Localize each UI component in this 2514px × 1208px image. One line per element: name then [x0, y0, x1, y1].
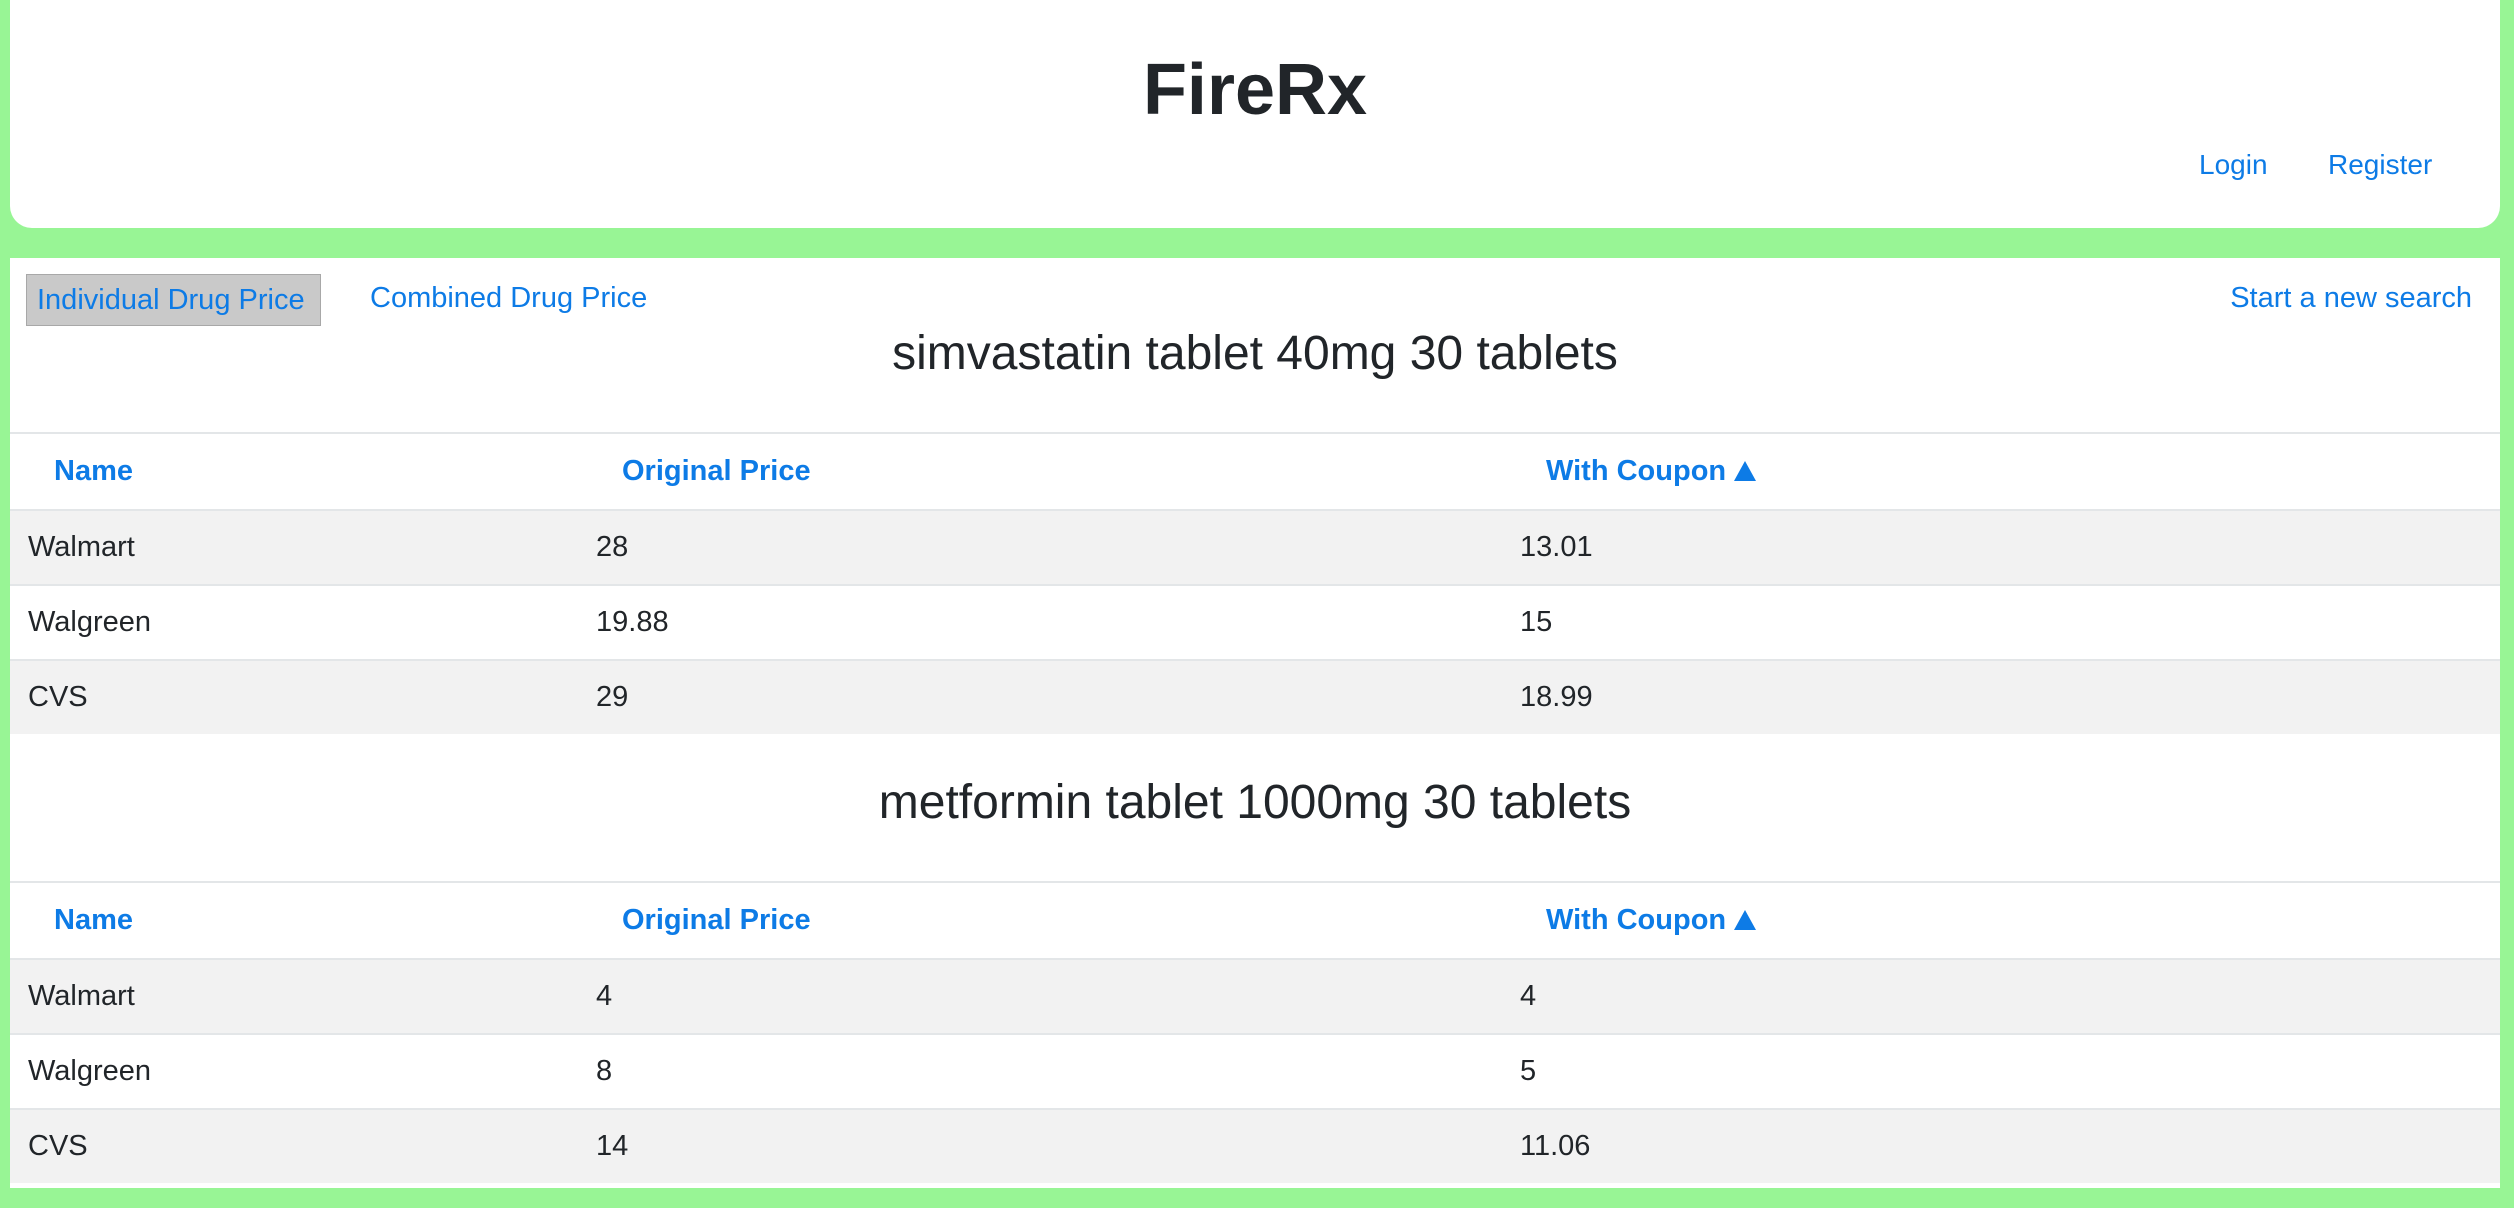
- coupon-price: 4: [1520, 980, 1537, 1012]
- coupon-price: 15: [1520, 606, 1553, 638]
- drug-title: metformin tablet 1000mg 30 tablets: [878, 776, 1632, 829]
- pharmacy-name: CVS: [28, 681, 88, 713]
- pharmacy-name: Walgreen: [28, 1055, 152, 1087]
- original-price: 19.88: [596, 606, 669, 638]
- original-price: 14: [596, 1130, 629, 1162]
- original-price: 4: [596, 980, 613, 1012]
- pharmacy-name: Walgreen: [28, 606, 152, 638]
- original-price: 8: [596, 1055, 613, 1087]
- results-panel: Individual Drug Price Combined Drug Pric…: [10, 258, 2500, 1188]
- pharmacy-name: Walmart: [28, 980, 135, 1012]
- table-row: Walgreen 19.88 15: [10, 584, 2500, 659]
- original-price: 29: [596, 681, 629, 713]
- table-header-row: Name Original Price With Coupon: [10, 881, 2500, 958]
- column-header-name[interactable]: Name: [54, 434, 133, 509]
- coupon-price: 13.01: [1520, 531, 1593, 563]
- column-header-name[interactable]: Name: [54, 883, 133, 958]
- login-link[interactable]: Login: [2199, 148, 2268, 182]
- app-title: FireRx: [1142, 50, 1368, 130]
- drug-title: simvastatin tablet 40mg 30 tablets: [892, 327, 1618, 380]
- column-header-with-coupon[interactable]: With Coupon: [1546, 434, 1757, 509]
- column-header-with-coupon[interactable]: With Coupon: [1546, 883, 1757, 958]
- header-card: FireRx Login Register: [10, 0, 2500, 228]
- column-header-original-price[interactable]: Original Price: [622, 883, 811, 958]
- table-row: Walmart 28 13.01: [10, 509, 2500, 584]
- column-header-original-price[interactable]: Original Price: [622, 434, 811, 509]
- pharmacy-name: Walmart: [28, 531, 135, 563]
- original-price: 28: [596, 531, 629, 563]
- table-row: CVS 14 11.06: [10, 1108, 2500, 1183]
- coupon-price: 18.99: [1520, 681, 1593, 713]
- coupon-price: 5: [1520, 1055, 1537, 1087]
- table-row: Walmart 4 4: [10, 958, 2500, 1033]
- price-table: Name Original Price With Coupon Walmart …: [10, 881, 2500, 1183]
- table-row: Walgreen 8 5: [10, 1033, 2500, 1108]
- table-header-row: Name Original Price With Coupon: [10, 432, 2500, 509]
- tab-combined-drug-price[interactable]: Combined Drug Price: [370, 274, 647, 322]
- register-link[interactable]: Register: [2328, 148, 2432, 182]
- price-table: Name Original Price With Coupon Walmart …: [10, 432, 2500, 734]
- sort-ascending-icon: [1734, 909, 1757, 930]
- start-new-search-link[interactable]: Start a new search: [2230, 274, 2472, 322]
- coupon-price: 11.06: [1520, 1130, 1591, 1162]
- sort-ascending-icon: [1734, 460, 1757, 481]
- tab-individual-drug-price[interactable]: Individual Drug Price: [26, 274, 321, 326]
- pharmacy-name: CVS: [28, 1130, 88, 1162]
- table-row: CVS 29 18.99: [10, 659, 2500, 734]
